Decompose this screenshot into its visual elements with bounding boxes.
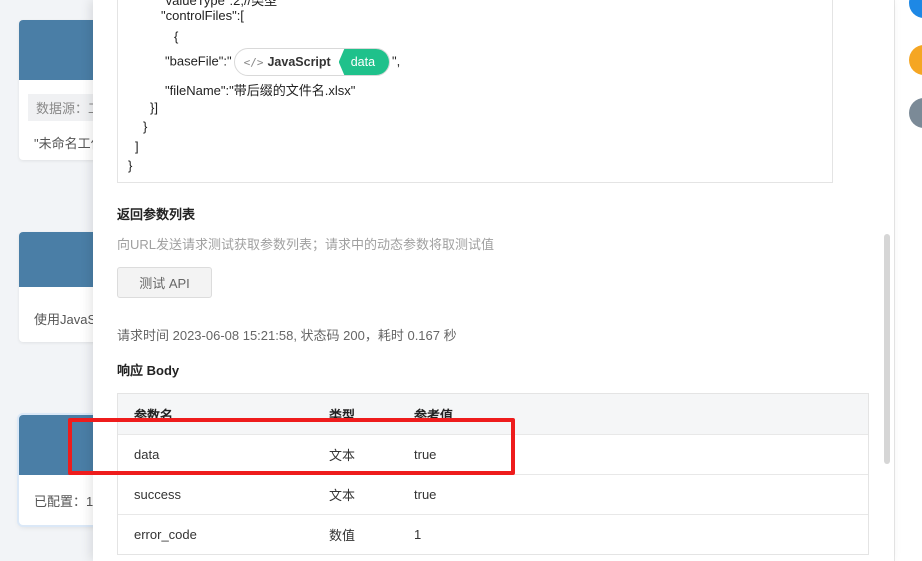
orange-circle-icon[interactable]	[909, 45, 922, 75]
right-toolbar	[894, 0, 922, 561]
field-reference-chip[interactable]: </> JavaScript data	[233, 48, 391, 76]
code-line-control-files: "controlFiles":[	[161, 8, 244, 23]
gray-circle-icon[interactable]	[909, 98, 922, 128]
request-body-code-editor[interactable]: "valueType":2,//类型 "controlFiles":[ { "b…	[117, 0, 833, 183]
drawer-scrollbar[interactable]	[884, 234, 890, 464]
blue-circle-icon[interactable]	[909, 0, 922, 18]
code-line-close-4: }	[128, 158, 133, 173]
code-line-close-1: }]	[150, 100, 158, 115]
code-line-file-name: "fileName":"带后缀的文件名.xlsx"	[165, 83, 356, 98]
annotation-highlight-box	[68, 418, 515, 475]
chip-source-label: JavaScript	[267, 55, 331, 69]
param-type-cell: 文本	[329, 488, 356, 503]
code-line-base-file: "baseFile":" </> JavaScript data ",	[165, 48, 400, 76]
code-line-close-3: ]	[135, 139, 139, 154]
return-params-title: 返回参数列表	[117, 207, 196, 222]
response-body-title: 响应 Body	[117, 363, 180, 378]
param-name-cell: success	[134, 487, 181, 502]
param-value-cell: true	[414, 487, 437, 502]
param-value-cell: 1	[414, 527, 422, 542]
table-row[interactable]: success 文本 true	[118, 474, 868, 514]
return-params-hint: 向URL发送请求测试获取参数列表；请求中的动态参数将取测试值	[117, 237, 495, 252]
chip-field-label: data	[338, 49, 390, 75]
base-file-key: "baseFile":"	[165, 53, 232, 69]
param-type-cell: 数值	[329, 528, 356, 543]
param-name-cell: error_code	[134, 527, 197, 542]
base-file-tail: ",	[392, 53, 401, 69]
code-line-close-2: }	[143, 119, 148, 134]
code-line-open-brace: {	[174, 29, 179, 44]
table-row[interactable]: error_code 数值 1	[118, 514, 868, 554]
test-api-button[interactable]: 测试 API	[117, 267, 212, 298]
request-info-text: 请求时间 2023-06-08 15:21:58, 状态码 200，耗时 0.1…	[117, 328, 457, 343]
code-icon: </>	[243, 55, 264, 69]
